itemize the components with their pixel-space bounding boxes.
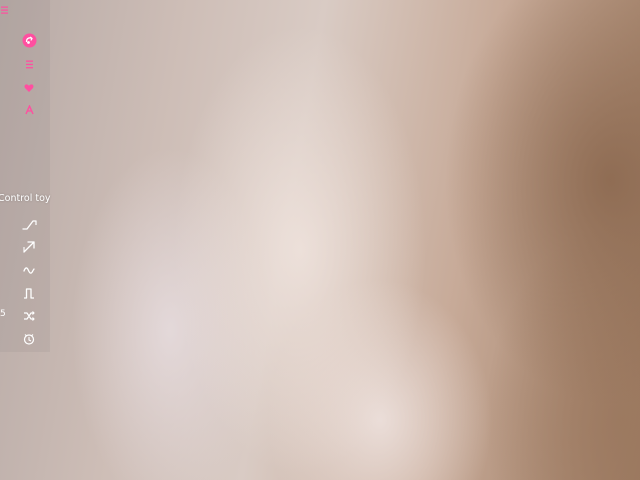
control-toy-label: Control toy	[0, 193, 51, 204]
ramp-icon[interactable]	[21, 218, 37, 232]
video-stream	[0, 0, 640, 480]
earthquake-icon[interactable]	[22, 332, 36, 346]
lush-toy-icon[interactable]	[21, 32, 37, 48]
pulse-icon[interactable]	[22, 286, 36, 300]
side-number: 5	[0, 309, 6, 319]
heart-icon[interactable]	[23, 82, 35, 94]
wave-icon[interactable]	[22, 264, 36, 276]
menu-icon[interactable]	[0, 5, 8, 15]
list-icon[interactable]	[24, 59, 34, 69]
toy-control-panel: Control toy 5	[0, 0, 51, 352]
random-icon[interactable]	[22, 309, 36, 323]
rise-icon[interactable]	[22, 240, 36, 254]
pattern-icon[interactable]	[23, 104, 35, 116]
